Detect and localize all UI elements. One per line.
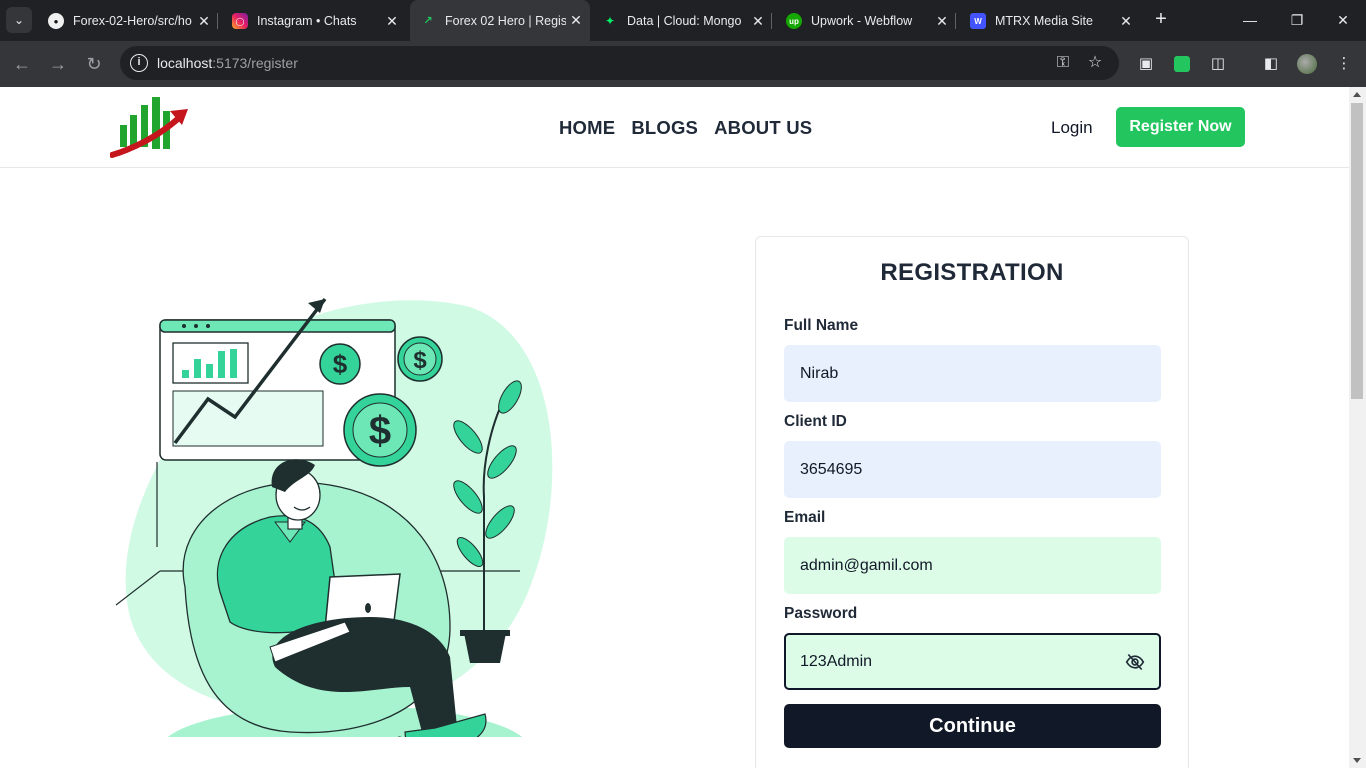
url-host: localhost xyxy=(157,55,213,71)
scrollbar-thumb[interactable] xyxy=(1351,103,1363,399)
mongodb-leaf-icon: ✦ xyxy=(604,14,616,28)
email-label: Email xyxy=(784,509,826,526)
eye-slash-icon[interactable] xyxy=(1125,652,1145,672)
browser-tab-github[interactable]: ● Forex-02-Hero/src/ho ✕ xyxy=(38,7,218,35)
site-logo-icon[interactable] xyxy=(110,97,190,159)
client-id-input[interactable]: 3654695 xyxy=(784,441,1161,498)
nav-home[interactable]: HOME xyxy=(559,117,615,139)
page-viewport: HOME BLOGS ABOUT US Login Register Now $ xyxy=(0,87,1349,768)
close-tab-icon[interactable]: ✕ xyxy=(932,13,952,30)
close-tab-icon[interactable]: ✕ xyxy=(194,13,214,30)
svg-text:$: $ xyxy=(369,409,391,453)
registration-title: REGISTRATION xyxy=(880,259,1064,286)
reload-icon[interactable]: ↻ xyxy=(82,52,106,76)
browser-toolbar: ← → ↻ i localhost:5173/register ⚿ ☆ ▣ ◫ … xyxy=(0,41,1366,87)
page-scrollbar[interactable] xyxy=(1349,87,1366,768)
browser-tab-register-active[interactable]: ↗ Forex 02 Hero | Regist ✕ xyxy=(410,0,590,41)
restore-window-icon[interactable]: ❐ xyxy=(1283,8,1311,32)
full-name-label: Full Name xyxy=(784,317,859,334)
tab-title: Data | Cloud: Mongo xyxy=(627,14,742,28)
password-label: Password xyxy=(784,605,858,622)
green-extension-icon[interactable] xyxy=(1171,53,1193,75)
webflow-icon: W xyxy=(970,13,986,29)
tab-title: Upwork - Webflow xyxy=(811,14,913,28)
svg-text:$: $ xyxy=(413,347,427,374)
bookmark-star-icon[interactable]: ☆ xyxy=(1085,54,1105,72)
close-window-icon[interactable]: ✕ xyxy=(1329,8,1357,32)
scroll-down-arrow-icon[interactable] xyxy=(1353,758,1361,763)
nav-blogs[interactable]: BLOGS xyxy=(631,117,698,139)
camera-extension-icon[interactable]: ▣ xyxy=(1135,53,1157,75)
forward-arrow-icon[interactable]: → xyxy=(46,52,70,76)
new-tab-plus-icon[interactable]: + xyxy=(1150,8,1172,30)
password-value: 123Admin xyxy=(800,652,873,670)
site-info-icon[interactable]: i xyxy=(130,54,148,72)
svg-text:$: $ xyxy=(333,349,348,379)
tab-title: Instagram • Chats xyxy=(257,14,357,28)
register-now-button[interactable]: Register Now xyxy=(1116,107,1245,147)
upwork-icon: up xyxy=(786,13,802,29)
github-icon: ● xyxy=(48,13,64,29)
instagram-icon: ◯ xyxy=(232,13,248,29)
email-input[interactable]: admin@gamil.com xyxy=(784,537,1161,594)
login-link[interactable]: Login xyxy=(1051,118,1093,138)
chart-logo-icon: ↗ xyxy=(423,15,433,27)
url-path: :5173/register xyxy=(212,55,298,71)
browser-tab-instagram[interactable]: ◯ Instagram • Chats ✕ xyxy=(222,7,406,35)
minimize-window-icon[interactable]: — xyxy=(1236,8,1264,32)
close-tab-icon[interactable]: ✕ xyxy=(382,13,402,30)
main-nav: HOME BLOGS ABOUT US xyxy=(559,117,812,139)
extensions-puzzle-icon[interactable]: ◫ xyxy=(1207,53,1229,75)
close-tab-icon[interactable]: ✕ xyxy=(566,12,586,29)
registration-card: REGISTRATION Full Name Nirab Client ID 3… xyxy=(755,236,1189,768)
tab-search-chevron-icon[interactable]: ⌄ xyxy=(6,7,32,33)
nav-about-us[interactable]: ABOUT US xyxy=(714,117,812,139)
scroll-up-arrow-icon[interactable] xyxy=(1353,92,1361,97)
tab-title: Forex 02 Hero | Regist xyxy=(445,13,566,28)
profile-avatar-icon[interactable] xyxy=(1296,53,1318,75)
browser-tab-mtrx[interactable]: W MTRX Media Site ✕ xyxy=(960,7,1140,35)
back-arrow-icon[interactable]: ← xyxy=(10,52,34,76)
browser-menu-icon[interactable]: ⋮ xyxy=(1333,53,1355,75)
trader-illustration: $ $ $ xyxy=(115,297,553,737)
close-tab-icon[interactable]: ✕ xyxy=(748,13,768,30)
continue-button[interactable]: Continue xyxy=(784,704,1161,748)
client-id-label: Client ID xyxy=(784,413,847,430)
close-tab-icon[interactable]: ✕ xyxy=(1116,13,1136,30)
password-input[interactable]: 123Admin xyxy=(784,633,1161,690)
browser-tab-strip: ⌄ ● Forex-02-Hero/src/ho ✕ ◯ Instagram •… xyxy=(0,0,1366,41)
full-name-input[interactable]: Nirab xyxy=(784,345,1161,402)
site-header: HOME BLOGS ABOUT US Login Register Now xyxy=(0,87,1349,168)
browser-tab-upwork[interactable]: up Upwork - Webflow ✕ xyxy=(776,7,956,35)
tab-title: Forex-02-Hero/src/ho xyxy=(73,14,192,28)
browser-tab-mongodb[interactable]: ✦ Data | Cloud: Mongo ✕ xyxy=(592,7,772,35)
address-url[interactable]: localhost:5173/register xyxy=(157,55,298,71)
tab-title: MTRX Media Site xyxy=(995,14,1093,28)
password-key-icon[interactable]: ⚿ xyxy=(1053,54,1073,72)
side-panel-icon[interactable]: ◧ xyxy=(1260,53,1282,75)
address-bar[interactable]: i localhost:5173/register ⚿ ☆ xyxy=(120,46,1119,80)
